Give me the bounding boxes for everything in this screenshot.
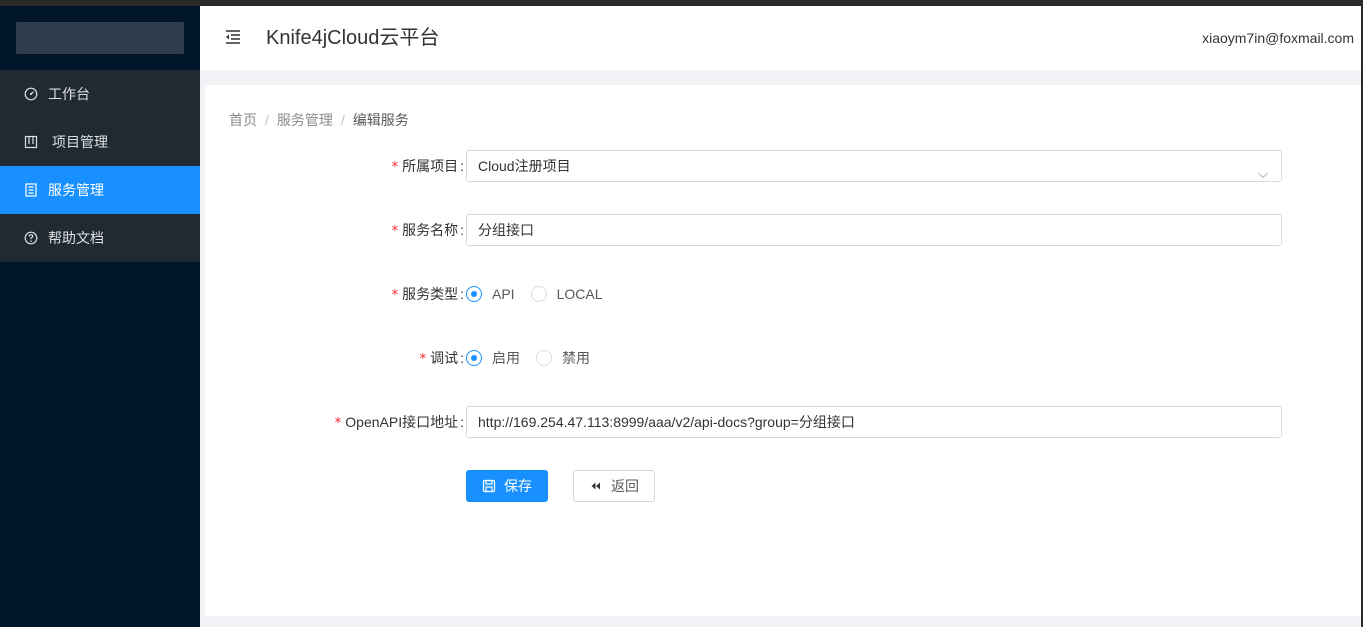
service-name-input[interactable]: 分组接口 [466,214,1282,246]
service-type-radio-local[interactable]: LOCAL [530,286,603,302]
openapi-label: * OpenAPI接口地址: [334,414,464,431]
sidebar-item-services[interactable]: 服务管理 [0,166,200,214]
required-mark: * [391,224,399,239]
chevron-down-icon [1257,161,1269,179]
sidebar-item-help[interactable]: 帮助文档 [0,214,200,262]
help-icon [24,231,38,245]
service-type-label: * 服务类型: [391,286,464,303]
openapi-url-value: http://169.254.47.113:8999/aaa/v2/api-do… [478,414,855,430]
breadcrumb-separator: / [340,112,345,128]
breadcrumb-home[interactable]: 首页 [229,110,257,130]
radio-circle [466,286,482,302]
openapi-url-input[interactable]: http://169.254.47.113:8999/aaa/v2/api-do… [466,406,1282,438]
sidebar-menu: 工作台 项目管理 服务管理 帮助文档 [0,70,200,262]
service-type-radio-group: API LOCAL [466,278,619,310]
backward-icon [589,479,603,493]
required-mark: * [391,288,399,303]
radio-circle [466,350,482,366]
service-type-radio-api[interactable]: API [466,286,515,302]
form-row-service-type: * 服务类型: API LOCAL [205,278,1361,310]
sidebar-item-label: 工作台 [48,86,90,102]
required-mark: * [391,160,399,175]
required-mark: * [334,416,342,431]
radio-circle [536,350,552,366]
breadcrumb-current: 编辑服务 [352,112,409,128]
top-header: Knife4jCloud云平台 xiaoym7in@foxmail.com [200,6,1361,70]
sidebar-item-projects[interactable]: 项目管理 [0,118,200,166]
service-name-label: * 服务名称: [391,222,464,239]
sidebar: 工作台 项目管理 服务管理 帮助文档 [0,6,200,627]
debug-label: * 调试: [419,350,464,367]
back-button[interactable]: 返回 [573,470,655,502]
save-icon [482,479,496,493]
form-row-project: * 所属项目: Cloud注册项目 [205,150,1361,182]
breadcrumb: 首页 / 服务管理 / 编辑服务 [229,110,409,130]
service-name-value: 分组接口 [478,222,534,238]
app-title: Knife4jCloud云平台 [266,27,440,49]
save-label: 保存 [504,478,532,494]
logo [16,22,184,54]
sidebar-item-dashboard[interactable]: 工作台 [0,70,200,118]
save-button[interactable]: 保存 [466,470,548,502]
menu-fold-icon[interactable] [224,28,242,46]
dashboard-icon [24,87,38,101]
form-row-service-name: * 服务名称: 分组接口 [205,214,1361,246]
project-select-value: Cloud注册项目 [478,158,571,174]
project-label: * 所属项目: [391,158,464,175]
user-email[interactable]: xiaoym7in@foxmail.com [1202,29,1354,47]
service-icon [24,183,38,197]
form-row-openapi: * OpenAPI接口地址: http://169.254.47.113:8999… [205,406,1361,438]
debug-radio-enable[interactable]: 启用 [466,348,520,368]
sidebar-item-label: 帮助文档 [48,230,104,246]
debug-radio-group: 启用 禁用 [466,342,606,374]
sidebar-item-label: 项目管理 [52,134,108,150]
breadcrumb-section[interactable]: 服务管理 [277,110,333,130]
breadcrumb-separator: / [265,112,269,128]
main-content: 首页 / 服务管理 / 编辑服务 * 所属项目: Cloud注册项目 * 服务名称:… [205,85,1361,616]
required-mark: * [419,352,427,367]
radio-circle [530,286,547,302]
sidebar-item-label: 服务管理 [48,182,104,198]
debug-radio-disable[interactable]: 禁用 [536,348,590,368]
back-label: 返回 [611,478,639,494]
project-select[interactable]: Cloud注册项目 [466,150,1282,182]
form-row-debug: * 调试: 启用 禁用 [205,342,1361,374]
project-icon [24,135,38,149]
